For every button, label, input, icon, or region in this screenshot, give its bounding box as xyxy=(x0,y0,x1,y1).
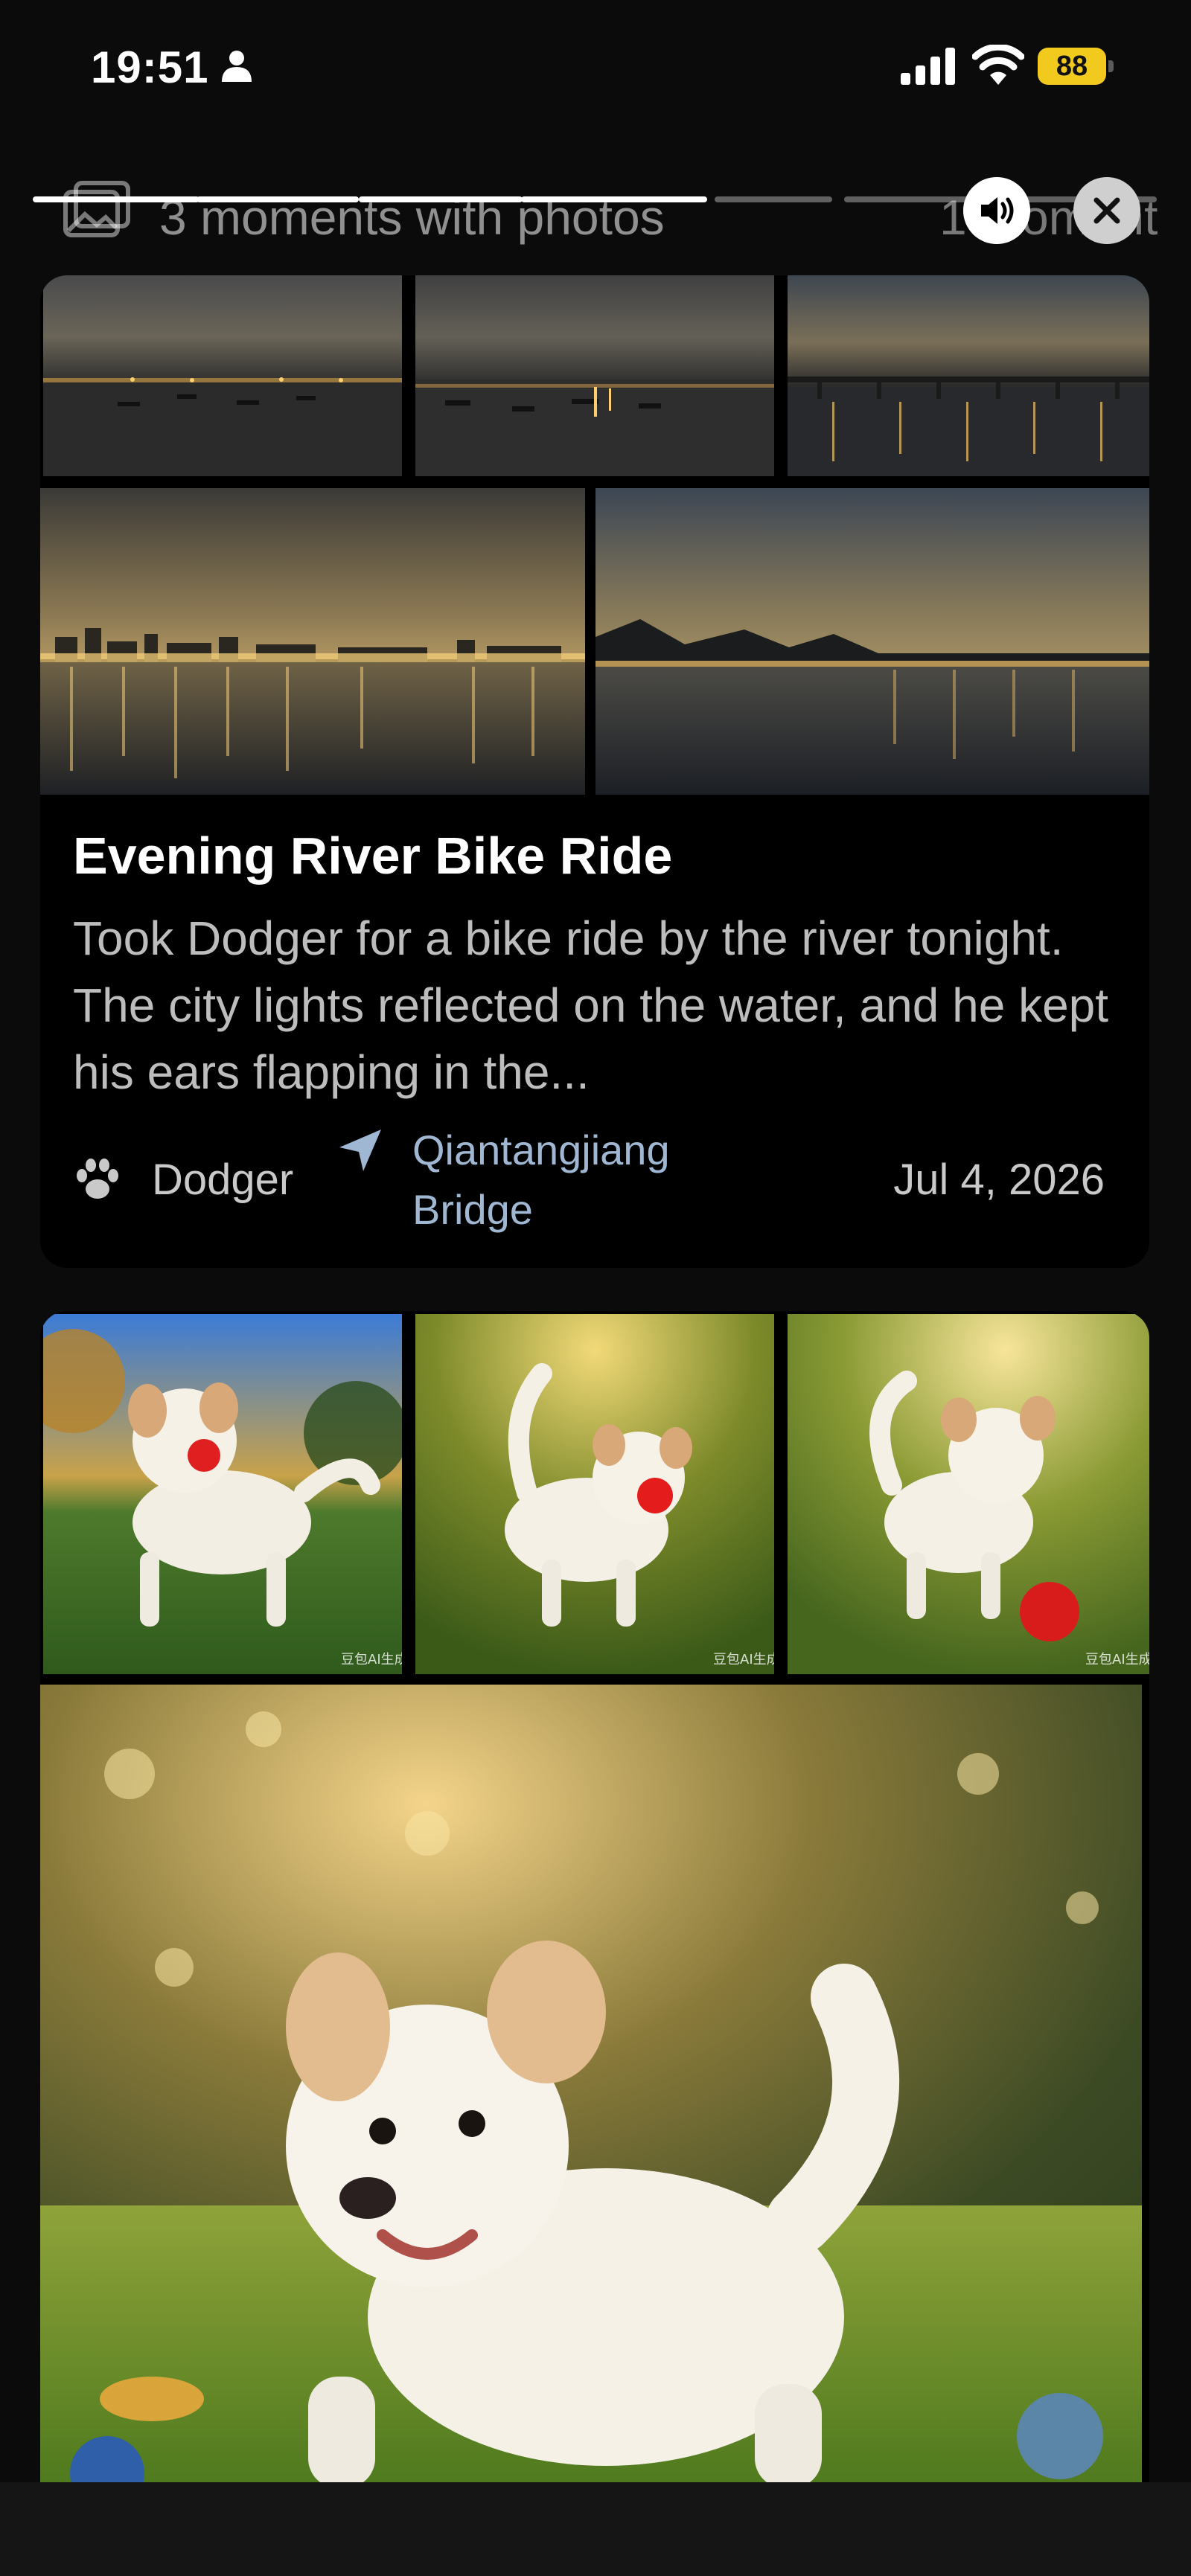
puppy-red-ball-photo[interactable]: 豆包AI生成 xyxy=(788,1314,1149,1674)
status-time: 19:51 xyxy=(91,42,209,92)
ai-watermark: 豆包AI生成 xyxy=(341,1652,402,1667)
ai-watermark: 豆包AI生成 xyxy=(1085,1652,1149,1667)
location-name[interactable]: Qiantangjiang Bridge xyxy=(412,1121,732,1240)
wifi-icon xyxy=(972,45,1024,85)
story-header: 3 moments with photos 1 moment xyxy=(0,171,1191,253)
pet-name: Dodger xyxy=(152,1156,294,1204)
mountain-river-dusk-photo[interactable] xyxy=(596,488,1149,795)
moment-date: Jul 4, 2026 xyxy=(893,1156,1105,1204)
battery-level: 88 xyxy=(1038,48,1106,85)
ai-watermark: 豆包AI生成 xyxy=(713,1652,774,1667)
bridge-night-photo[interactable] xyxy=(788,275,1149,476)
photos-icon xyxy=(63,181,130,237)
river-harbor-dusk-photo[interactable] xyxy=(43,275,402,476)
speaker-icon[interactable] xyxy=(963,177,1030,244)
signal-icon xyxy=(901,48,955,85)
river-boats-dusk-photo[interactable] xyxy=(415,275,774,476)
close-icon[interactable] xyxy=(1073,177,1140,244)
moment-description: Took Dodger for a bike ride by the river… xyxy=(73,911,1109,1099)
moment-title: Evening River Bike Ride xyxy=(73,827,673,885)
battery-icon: 88 xyxy=(1038,48,1114,85)
moment-card[interactable]: Evening River Bike Ride Took Dodger for … xyxy=(40,275,1149,1268)
story-title: 3 moments with photos xyxy=(159,190,665,245)
city-skyline-reflection-photo[interactable] xyxy=(40,488,585,795)
status-bar: 19:51 88 xyxy=(0,0,1191,141)
person-icon xyxy=(222,51,252,82)
paw-icon xyxy=(77,1159,118,1199)
bottom-bar xyxy=(0,2482,1191,2576)
puppy-with-ball-photo[interactable]: 豆包AI生成 xyxy=(43,1314,402,1674)
puppy-running-grass-photo[interactable]: 豆包AI生成 xyxy=(415,1314,774,1674)
moment-card[interactable]: 豆包AI生成 豆包AI生成 豆包AI生成 xyxy=(40,1311,1149,2484)
location-arrow-icon xyxy=(339,1130,381,1171)
puppy-running-large-photo[interactable] xyxy=(40,1685,1142,2484)
